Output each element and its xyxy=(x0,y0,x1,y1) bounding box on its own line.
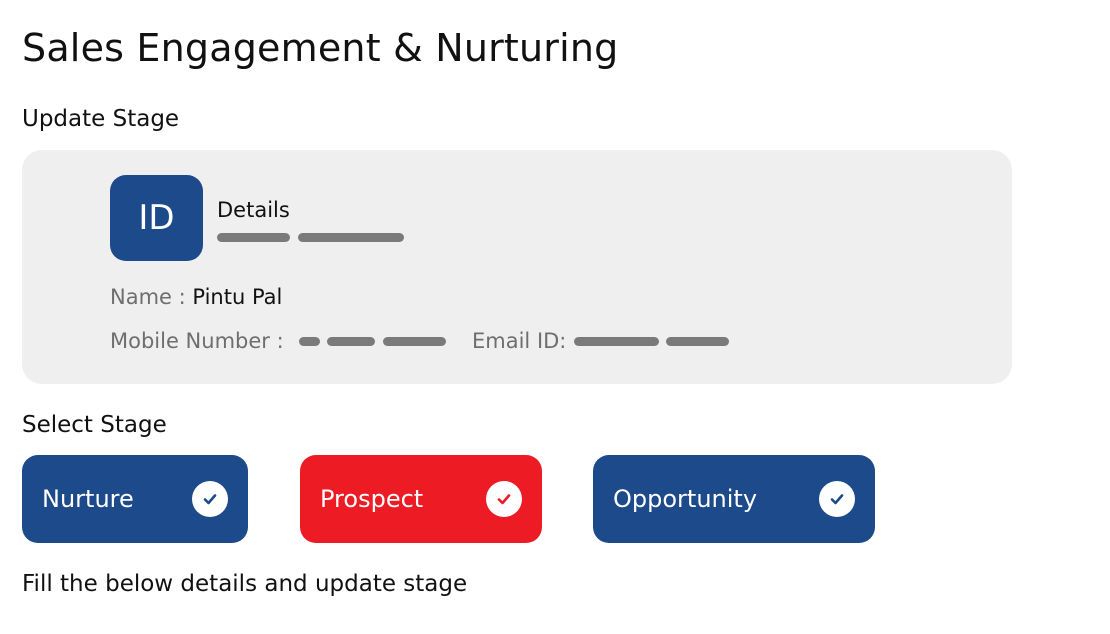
masked-mobile-segment xyxy=(383,337,446,346)
masked-mobile-segment xyxy=(299,337,320,346)
masked-detail-line xyxy=(217,233,290,242)
mobile-row: Mobile Number : xyxy=(110,329,284,353)
id-badge: ID xyxy=(110,175,203,261)
details-card: ID Details Name : Pintu Pal Mobile Numbe… xyxy=(22,150,1012,384)
email-label: Email ID: xyxy=(472,329,567,353)
name-label: Name : xyxy=(110,285,193,309)
update-stage-heading: Update Stage xyxy=(22,106,180,132)
masked-mobile-segment xyxy=(327,337,375,346)
masked-detail-line xyxy=(298,233,404,242)
check-circle-icon xyxy=(819,481,855,517)
name-row: Name : Pintu Pal xyxy=(110,285,282,309)
stage-label: Nurture xyxy=(42,485,134,513)
check-circle-icon xyxy=(192,481,228,517)
stage-button-nurture[interactable]: Nurture xyxy=(22,455,248,543)
stage-button-opportunity[interactable]: Opportunity xyxy=(593,455,875,543)
stage-button-prospect[interactable]: Prospect xyxy=(300,455,542,543)
email-row: Email ID: xyxy=(472,329,566,353)
masked-email-segment xyxy=(574,337,659,346)
masked-email-segment xyxy=(666,337,729,346)
mobile-label: Mobile Number : xyxy=(110,329,284,353)
page-title: Sales Engagement & Nurturing xyxy=(22,26,619,70)
details-label: Details xyxy=(217,198,290,222)
stage-label: Opportunity xyxy=(613,485,758,513)
check-circle-icon xyxy=(486,481,522,517)
stage-label: Prospect xyxy=(320,485,424,513)
select-stage-heading: Select Stage xyxy=(22,412,167,438)
instruction-text: Fill the below details and update stage xyxy=(22,571,468,597)
name-value: Pintu Pal xyxy=(192,285,283,309)
